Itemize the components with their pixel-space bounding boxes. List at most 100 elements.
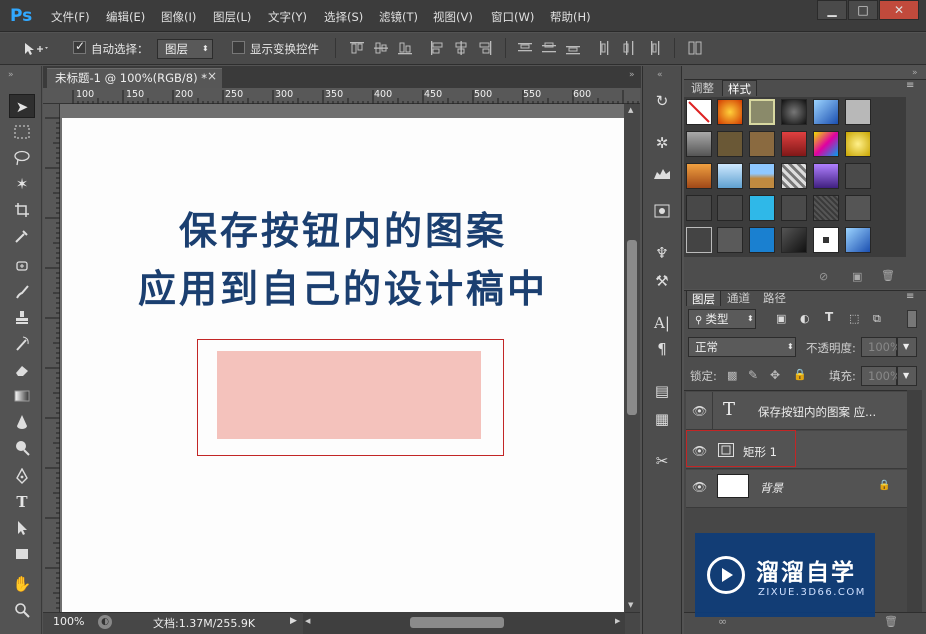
brush-presets-icon[interactable]: ♆	[650, 242, 674, 264]
layers-scrollbar[interactable]	[907, 390, 922, 612]
clone-stamp-tool-icon[interactable]	[9, 306, 35, 330]
move-tool-icon[interactable]: ➤	[9, 94, 35, 118]
menu-file[interactable]: 文件(F)	[51, 9, 90, 25]
style-none-swatch[interactable]	[686, 99, 712, 125]
style-swatch[interactable]	[845, 195, 871, 221]
style-swatch[interactable]	[781, 227, 807, 253]
collapse-arrows-icon[interactable]: »	[8, 70, 14, 80]
info-panel-icon[interactable]	[650, 200, 674, 222]
path-selection-tool-icon[interactable]	[9, 516, 35, 540]
scroll-down-icon[interactable]: ▼	[628, 601, 633, 609]
distribute-left-icon[interactable]	[598, 41, 612, 55]
style-swatch[interactable]	[845, 131, 871, 157]
new-style-icon[interactable]: ▣	[852, 270, 862, 283]
align-vcenter-icon[interactable]	[374, 41, 388, 55]
blend-mode-select[interactable]: 正常 ⬍	[688, 337, 796, 357]
tab-paths[interactable]: 路径	[758, 290, 791, 306]
filter-pixel-icon[interactable]: ▣	[776, 312, 786, 325]
style-swatch[interactable]	[717, 195, 743, 221]
style-swatch[interactable]	[781, 99, 807, 125]
style-swatch[interactable]	[749, 131, 775, 157]
style-swatch[interactable]	[781, 195, 807, 221]
collapse-arrows-icon[interactable]: «	[657, 70, 663, 80]
style-swatch[interactable]	[749, 163, 775, 189]
collapse-arrows-icon[interactable]: »	[912, 68, 918, 78]
style-swatch[interactable]	[813, 131, 839, 157]
delete-style-icon[interactable]: 🗑	[881, 269, 895, 282]
eraser-tool-icon[interactable]	[9, 358, 35, 382]
filter-smart-object-icon[interactable]: ⧉	[873, 312, 881, 326]
menu-image[interactable]: 图像(I)	[161, 9, 196, 25]
fill-dropdown-icon[interactable]: ▼	[897, 366, 917, 386]
style-swatch[interactable]	[686, 131, 712, 157]
close-button[interactable]: ✕	[879, 0, 919, 20]
character-panel-icon[interactable]: A|	[650, 312, 674, 334]
align-top-icon[interactable]	[350, 41, 364, 55]
style-swatch[interactable]	[749, 195, 775, 221]
crop-tool-icon[interactable]	[9, 198, 35, 222]
history-panel-icon[interactable]: ↻	[650, 90, 674, 112]
menu-help[interactable]: 帮助(H)	[550, 9, 591, 25]
document-tab-close-icon[interactable]: ×	[207, 69, 217, 83]
visibility-eye-icon[interactable]: 👁	[692, 404, 707, 418]
filter-type-icon[interactable]: T	[825, 310, 833, 324]
navigator-panel-icon[interactable]: ✲	[650, 132, 674, 154]
style-swatch[interactable]	[781, 131, 807, 157]
healing-brush-tool-icon[interactable]	[9, 254, 35, 278]
style-swatch[interactable]	[845, 163, 871, 189]
style-swatch[interactable]	[845, 227, 871, 253]
auto-align-icon[interactable]	[688, 41, 702, 55]
distribute-bottom-icon[interactable]	[566, 41, 580, 55]
scroll-right-icon[interactable]: ▶	[615, 617, 620, 625]
magic-wand-tool-icon[interactable]: ✶	[9, 172, 35, 196]
lock-all-icon[interactable]: 🔒	[793, 368, 807, 381]
style-swatch[interactable]	[717, 99, 743, 125]
fill-input[interactable]: 100%	[861, 366, 901, 386]
scroll-up-icon[interactable]: ▲	[628, 106, 633, 114]
style-swatch[interactable]	[749, 99, 775, 125]
hand-tool-icon[interactable]: ✋	[9, 572, 35, 596]
rectangle-shape[interactable]	[217, 351, 481, 439]
brush-tool-icon[interactable]	[9, 280, 35, 304]
filter-adjustment-icon[interactable]: ◐	[800, 312, 810, 325]
align-right-icon[interactable]	[478, 41, 492, 55]
panel-menu-icon[interactable]: ≡	[906, 291, 914, 302]
delete-layer-icon[interactable]: 🗑	[884, 615, 898, 628]
gradient-tool-icon[interactable]	[9, 384, 35, 408]
style-swatch[interactable]	[686, 163, 712, 189]
style-swatch[interactable]	[813, 195, 839, 221]
status-info-icon[interactable]: ◐	[98, 615, 112, 629]
zoom-tool-icon[interactable]	[9, 598, 35, 622]
align-hcenter-icon[interactable]	[454, 41, 468, 55]
menu-select[interactable]: 选择(S)	[324, 9, 363, 25]
tools-panel-icon[interactable]: ✂	[650, 450, 674, 472]
tab-adjustments[interactable]: 调整	[686, 80, 719, 96]
zoom-level[interactable]: 100%	[53, 615, 84, 628]
style-swatch[interactable]	[781, 163, 807, 189]
lasso-tool-icon[interactable]	[9, 146, 35, 170]
filter-shape-icon[interactable]: ⬚	[849, 312, 859, 325]
style-swatch[interactable]	[813, 99, 839, 125]
pen-tool-icon[interactable]	[9, 464, 35, 488]
menu-view[interactable]: 视图(V)	[433, 9, 473, 25]
opacity-dropdown-icon[interactable]: ▼	[897, 337, 917, 357]
lock-transparent-icon[interactable]: ▩	[727, 369, 737, 382]
menu-edit[interactable]: 编辑(E)	[106, 9, 145, 25]
distribute-top-icon[interactable]	[518, 41, 532, 55]
style-swatch[interactable]	[749, 227, 775, 253]
filter-toggle-switch[interactable]	[907, 310, 917, 328]
document-tab[interactable]: 未标题-1 @ 100%(RGB/8) *	[47, 68, 222, 88]
visibility-eye-icon[interactable]: 👁	[692, 480, 707, 494]
menu-layer[interactable]: 图层(L)	[213, 9, 251, 25]
vertical-scroll-thumb[interactable]	[627, 240, 637, 415]
tab-channels[interactable]: 通道	[722, 290, 755, 306]
align-bottom-icon[interactable]	[398, 41, 412, 55]
distribute-hcenter-icon[interactable]	[622, 41, 636, 55]
marquee-tool-icon[interactable]	[9, 120, 35, 144]
dodge-tool-icon[interactable]	[9, 436, 35, 460]
show-transform-checkbox[interactable]	[232, 41, 245, 54]
style-swatch[interactable]	[813, 227, 839, 253]
tool-presets-icon[interactable]: ⚒	[650, 270, 674, 292]
eyedropper-tool-icon[interactable]	[9, 224, 35, 248]
horizontal-scroll-thumb[interactable]	[410, 617, 504, 628]
